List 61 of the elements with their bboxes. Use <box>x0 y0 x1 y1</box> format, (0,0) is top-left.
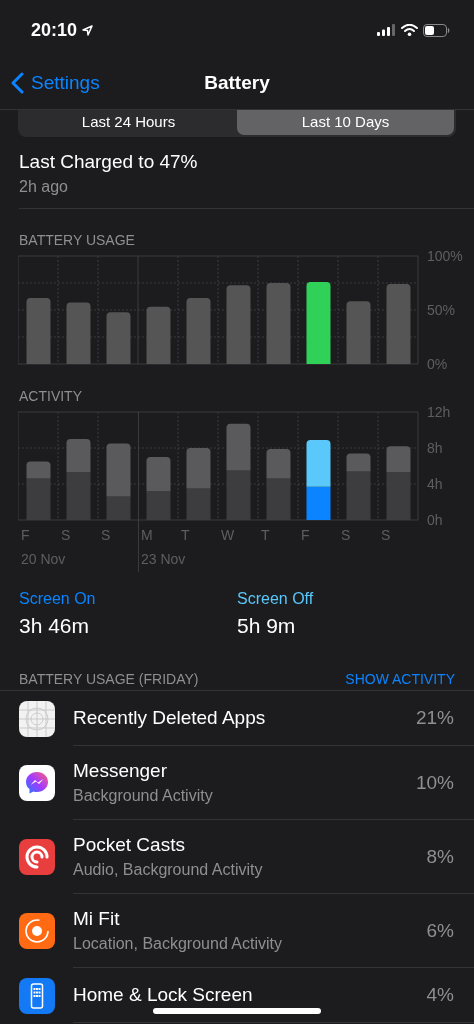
day-label: S <box>61 527 71 543</box>
axis-label: 0h <box>427 512 443 528</box>
day-label: W <box>221 527 235 543</box>
app-name: Messenger <box>73 760 168 782</box>
date-label: 23 Nov <box>141 551 186 567</box>
stat-value: 3h 46m <box>19 614 91 638</box>
section-header: BATTERY USAGE (FRIDAY) <box>19 671 199 687</box>
segment-tab[interactable]: Last 24 Hours <box>20 108 237 135</box>
rings-app-icon <box>19 839 55 875</box>
day-label: S <box>381 527 391 543</box>
chart-title: BATTERY USAGE <box>19 232 136 248</box>
app-detail: Location, Background Activity <box>73 935 282 953</box>
app-detail: Audio, Background Activity <box>73 861 263 879</box>
app-percent: 10% <box>415 771 454 794</box>
last-charged-title: Last Charged to 47% <box>19 151 199 173</box>
show-activity-link[interactable]: SHOW ACTIVITY <box>345 671 455 687</box>
chat-bubble-app-icon <box>19 765 55 801</box>
grid-app-icon <box>19 700 55 737</box>
app-name: Mi Fit <box>73 908 121 930</box>
day-label: S <box>341 527 351 543</box>
app-row[interactable]: Messenger Background Activity 10% <box>0 746 474 820</box>
app-percent: 4% <box>426 984 454 1006</box>
stat-label: Screen On <box>19 590 97 608</box>
app-row[interactable]: Mi Fit Location, Background Activity 6% <box>0 894 474 968</box>
axis-label: 100% <box>427 250 463 264</box>
app-name: Pocket Casts <box>73 834 186 856</box>
stat-label: Screen Off <box>237 590 315 608</box>
day-label: T <box>181 527 190 543</box>
day-label: F <box>301 527 310 543</box>
battery-icon <box>423 23 450 37</box>
day-label: T <box>261 527 270 543</box>
last-charged-time: 2h ago <box>19 178 69 196</box>
app-percent: 21% <box>415 707 454 729</box>
wifi-icon <box>401 24 418 36</box>
back-chevron-icon <box>11 71 24 94</box>
app-name: Recently Deleted Apps <box>73 707 266 729</box>
signal-icon <box>377 24 396 36</box>
phone-app-icon <box>19 977 55 1014</box>
app-detail: Background Activity <box>73 787 213 805</box>
location-arrow-icon <box>82 24 94 36</box>
app-row[interactable]: Recently Deleted Apps 21% <box>0 691 474 746</box>
app-percent: 8% <box>426 845 454 868</box>
app-name: Home & Lock Screen <box>73 984 253 1006</box>
day-label: S <box>101 527 111 543</box>
axis-label: 4h <box>427 476 443 492</box>
day-label: M <box>141 527 153 543</box>
page-title: Battery <box>203 71 271 94</box>
app-percent: 6% <box>426 919 454 942</box>
axis-label: 12h <box>427 406 451 420</box>
segment-tab[interactable]: Last 10 Days <box>237 108 454 135</box>
app-row[interactable]: Pocket Casts Audio, Background Activity 8% <box>0 820 474 894</box>
axis-label: 50% <box>427 302 456 318</box>
date-label: 20 Nov <box>21 551 66 567</box>
day-label: F <box>21 527 30 543</box>
stat-value: 5h 9m <box>237 614 297 638</box>
axis-label: 8h <box>427 440 443 456</box>
status-time: 20:10 <box>31 19 78 41</box>
ring-app-icon <box>19 913 55 949</box>
chart-title: ACTIVITY <box>19 388 83 404</box>
back-button[interactable]: Settings <box>0 71 100 94</box>
axis-label: 0% <box>427 356 448 370</box>
